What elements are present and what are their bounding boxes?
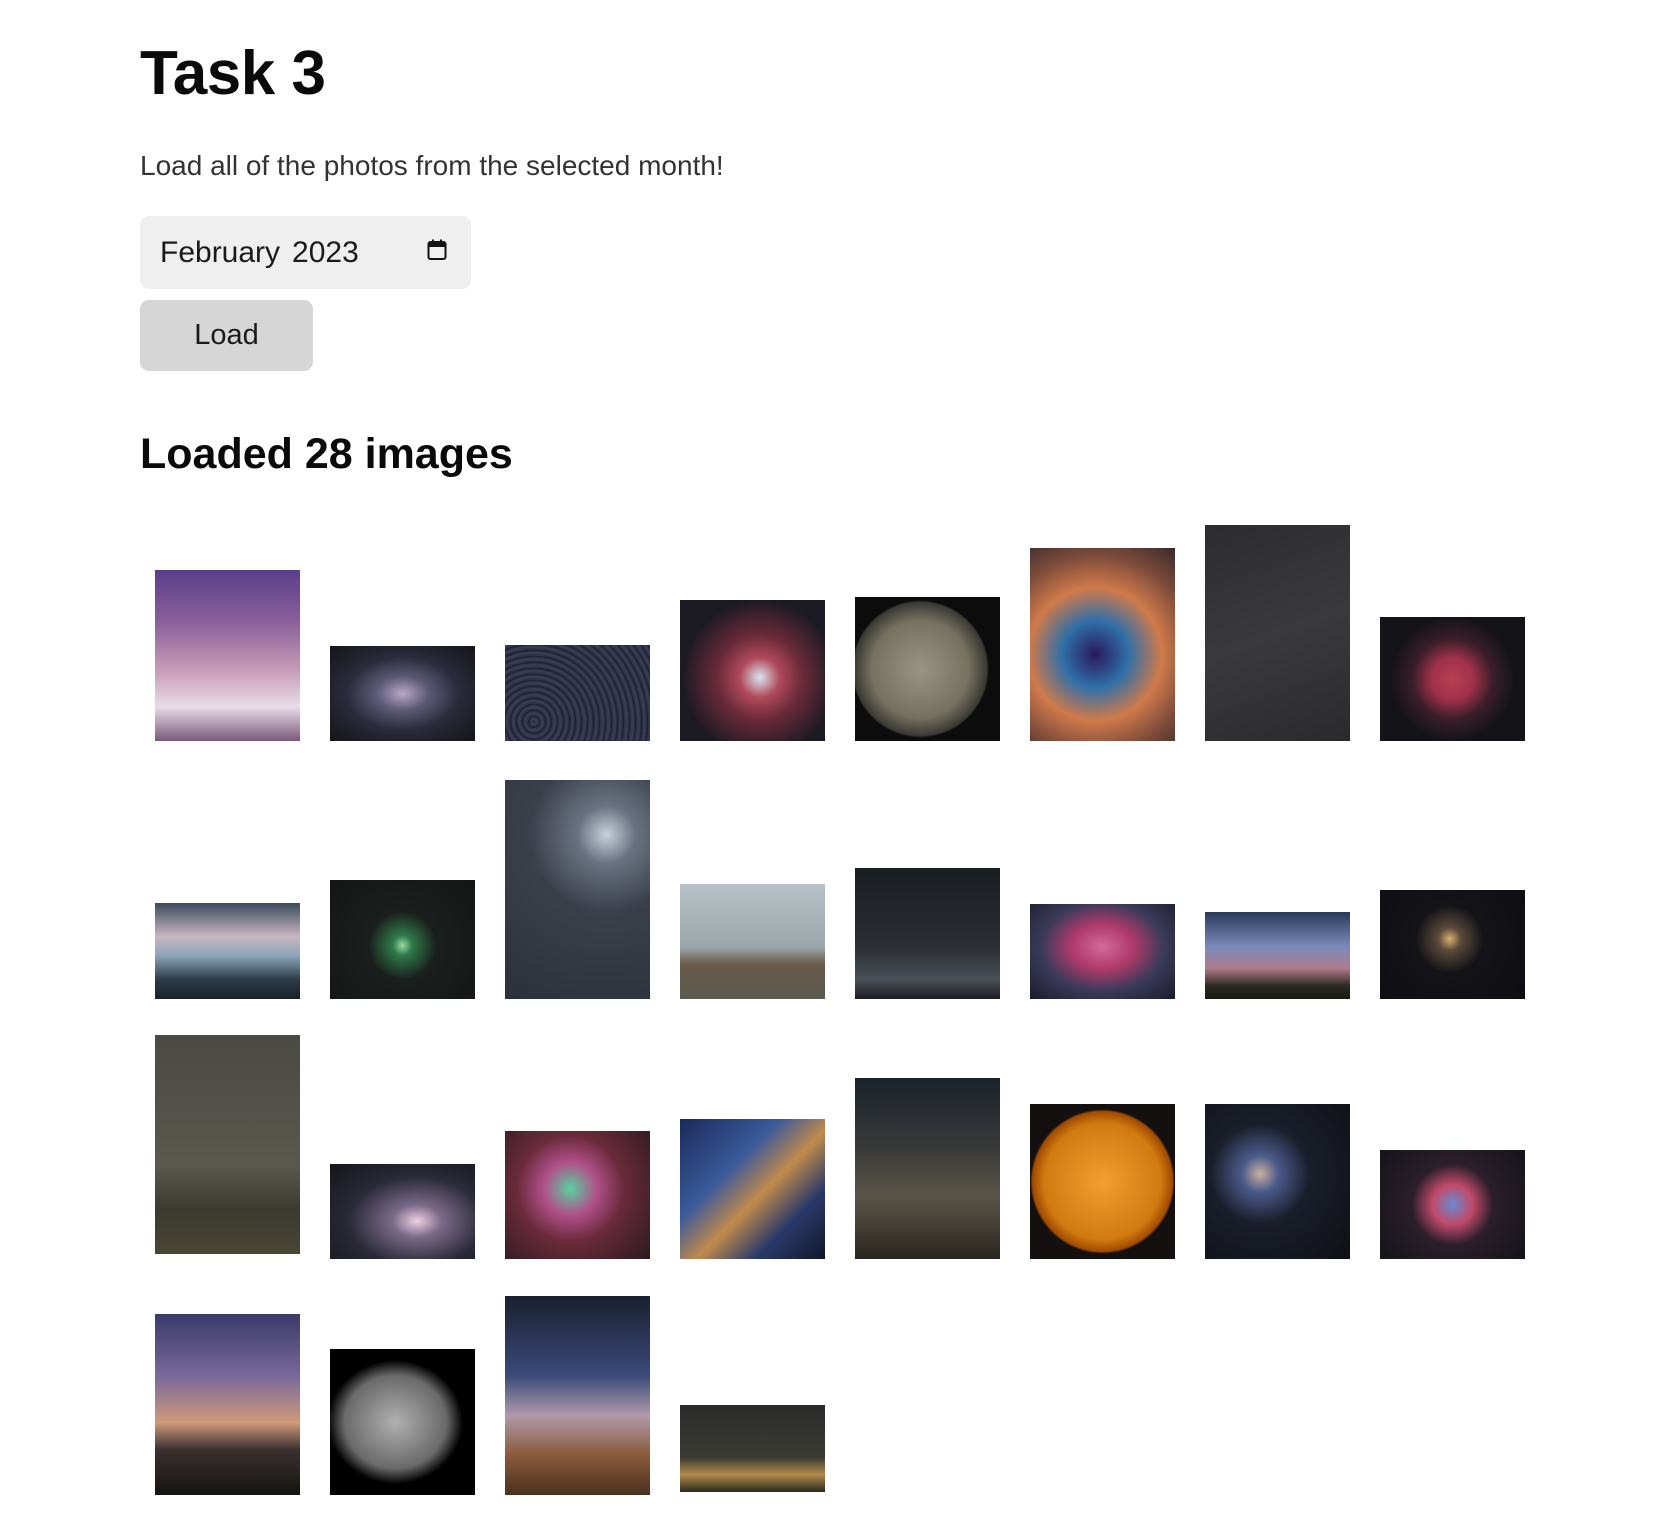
gallery-image (330, 1164, 475, 1259)
gallery-image (1380, 890, 1525, 999)
gallery-image (505, 1131, 650, 1259)
gallery-image (1030, 904, 1175, 999)
gallery-image (155, 1035, 300, 1254)
month-input-month[interactable]: February (160, 236, 280, 270)
gallery-image (1380, 617, 1525, 741)
gallery-image (680, 600, 825, 741)
month-input-year[interactable]: 2023 (292, 236, 359, 270)
gallery-image (680, 884, 825, 999)
gallery-image (330, 1349, 475, 1495)
gallery-image (330, 880, 475, 999)
gallery-image (680, 1119, 825, 1259)
instructions-text: Load all of the photos from the selected… (140, 150, 724, 181)
gallery-image (1205, 912, 1350, 999)
gallery-image (1030, 548, 1175, 741)
gallery-image (1380, 1150, 1525, 1259)
gallery-image (855, 868, 1000, 999)
gallery-image (505, 1296, 650, 1495)
gallery-image (855, 597, 1000, 741)
gallery-image (330, 646, 475, 741)
gallery-image (680, 1405, 825, 1492)
result-heading: Loaded 28 images (140, 430, 513, 478)
month-input[interactable]: February 2023 (140, 216, 471, 289)
gallery-image (1205, 1104, 1350, 1259)
gallery-image (155, 903, 300, 999)
gallery-image (505, 645, 650, 741)
gallery-image (155, 570, 300, 741)
gallery-image (1030, 1104, 1175, 1259)
load-button[interactable]: Load (140, 300, 313, 371)
gallery-image (855, 1078, 1000, 1259)
gallery-image (1205, 525, 1350, 741)
gallery-image (155, 1314, 300, 1495)
page-title: Task 3 (140, 39, 326, 108)
calendar-icon[interactable] (427, 239, 447, 261)
gallery-image (505, 780, 650, 999)
